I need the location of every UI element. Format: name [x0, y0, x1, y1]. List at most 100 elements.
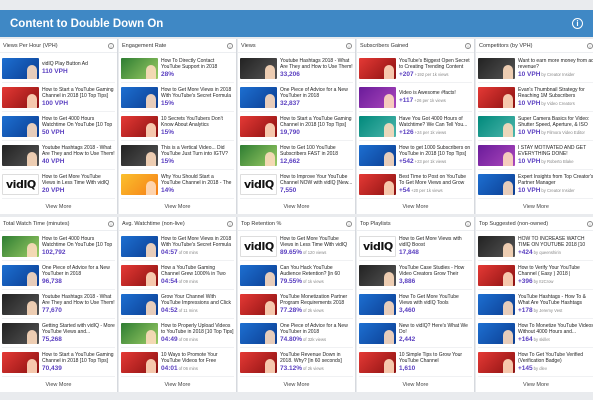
video-thumbnail[interactable]: vidIQ — [240, 235, 277, 257]
info-icon[interactable]: i — [108, 42, 114, 49]
video-title[interactable]: How to Properly Upload Videos to YouTube… — [161, 323, 234, 335]
video-title[interactable]: Evan's Thumbnail Strategy for Reaching 1… — [518, 87, 593, 99]
video-title[interactable]: Video is Awesome #facts! — [399, 90, 472, 96]
video-title[interactable]: I STAY MOTIVATED AND GET EVERYTHING DONE… — [518, 145, 593, 157]
video-row[interactable]: How to Get 4000 Hours Watchtime On YouTu… — [2, 232, 115, 261]
video-row[interactable]: Expert Insights from Top Creator's Partn… — [478, 170, 593, 199]
video-thumbnail[interactable] — [121, 264, 158, 286]
view-more-link[interactable]: View More — [0, 378, 117, 392]
video-thumbnail[interactable] — [121, 351, 158, 373]
video-thumbnail[interactable] — [478, 351, 515, 373]
video-title[interactable]: YouTube Hashtags - How To & What Are You… — [518, 294, 593, 306]
video-row[interactable]: How to Get 100 YouTube Subscribers FAST … — [240, 141, 353, 170]
video-title[interactable]: How to Get More Views with vidIQ Boost — [399, 236, 472, 248]
video-row[interactable]: How a YouTube Gaming Channel Grew 1000% … — [121, 261, 234, 290]
video-thumbnail[interactable] — [359, 115, 396, 137]
video-row[interactable]: HOW TO INCREASE WATCH TIME ON YOUTUBE 20… — [478, 232, 593, 261]
video-row[interactable]: One Piece of Advice for a New YouTuber i… — [240, 319, 353, 348]
video-row[interactable]: YouTube Case Studies - How Video Creator… — [359, 261, 472, 290]
video-title[interactable]: One Piece of Advice for a New YouTuber i… — [280, 87, 353, 99]
info-icon[interactable]: i — [465, 42, 471, 49]
video-thumbnail[interactable] — [121, 173, 158, 195]
video-row[interactable]: How to Get More Views in 2018 With YouTu… — [121, 232, 234, 261]
video-row[interactable]: How to Start a YouTube Gaming Channel in… — [2, 348, 115, 377]
video-title[interactable]: How to get 1000 Subscribers on YouTube i… — [399, 145, 472, 157]
video-title[interactable]: How to Get 4000 Hours Watchtime On YouTu… — [42, 236, 115, 248]
video-thumbnail[interactable] — [478, 293, 515, 315]
video-title[interactable]: Getting Started with vidIQ - More YouTub… — [42, 323, 115, 335]
video-row[interactable]: New to vidIQ? Here's What We Do! 2,442 — [359, 319, 472, 348]
video-title[interactable]: How To Monetize YouTube Videos Without 4… — [518, 323, 593, 335]
video-title[interactable]: How to Get More YouTube Views in Less Ti… — [280, 236, 353, 248]
video-row[interactable]: How to Get 4000 Hours Watchtime On YouTu… — [2, 112, 115, 141]
video-row[interactable]: Video is Awesome #facts! +117+26 per 1k v… — [359, 83, 472, 112]
video-title[interactable]: How To Directly Contact YouTube Support … — [161, 58, 234, 70]
view-more-link[interactable]: View More — [476, 200, 593, 214]
view-more-link[interactable]: View More — [357, 378, 474, 392]
video-title[interactable]: Youtube Hashtags 2018 - What Are They an… — [280, 58, 353, 70]
video-title[interactable]: Youtube Hashtags 2018 - What Are They an… — [42, 294, 115, 306]
video-title[interactable]: YouTube Case Studies - How Video Creator… — [399, 265, 472, 277]
video-title[interactable]: YouTube Revenue Down in 2018. Why? [in 6… — [280, 352, 353, 364]
video-thumbnail[interactable] — [2, 115, 39, 137]
video-thumbnail[interactable] — [240, 144, 277, 166]
video-thumbnail[interactable] — [2, 86, 39, 108]
video-thumbnail[interactable] — [359, 322, 396, 344]
info-icon[interactable]: i — [465, 220, 471, 227]
video-thumbnail[interactable] — [240, 86, 277, 108]
video-thumbnail[interactable] — [240, 57, 277, 79]
video-row[interactable]: How to get 1000 Subscribers on YouTube i… — [359, 141, 472, 170]
video-thumbnail[interactable] — [478, 115, 515, 137]
video-thumbnail[interactable] — [240, 351, 277, 373]
info-icon[interactable]: i — [227, 42, 233, 49]
video-thumbnail[interactable] — [478, 322, 515, 344]
video-title[interactable]: How To Get More YouTube Views with vidIQ… — [399, 294, 472, 306]
video-row[interactable]: How to Get More Views in 2018 With YouTu… — [121, 83, 234, 112]
view-more-link[interactable]: View More — [119, 200, 236, 214]
video-thumbnail[interactable] — [2, 322, 39, 344]
video-title[interactable]: How to Verify Your YouTube Channel ( Eas… — [518, 265, 593, 277]
video-thumbnail[interactable] — [478, 144, 515, 166]
video-title[interactable]: Expert Insights from Top Creator's Partn… — [518, 174, 593, 186]
video-thumbnail[interactable] — [121, 293, 158, 315]
video-row[interactable]: How To Get YouTube Verified (Verificatio… — [478, 348, 593, 377]
view-more-link[interactable]: View More — [238, 378, 355, 392]
video-thumbnail[interactable] — [359, 86, 396, 108]
video-thumbnail[interactable]: vidIQ — [359, 235, 396, 257]
info-icon[interactable]: i — [587, 42, 593, 49]
video-row[interactable]: How to Verify Your YouTube Channel ( Eas… — [478, 261, 593, 290]
video-thumbnail[interactable] — [121, 115, 158, 137]
video-thumbnail[interactable] — [478, 173, 515, 195]
video-thumbnail[interactable] — [359, 293, 396, 315]
view-more-link[interactable]: View More — [0, 200, 117, 214]
video-title[interactable]: How to Get 100 YouTube Subscribers FAST … — [280, 145, 353, 157]
view-more-link[interactable]: View More — [238, 200, 355, 214]
view-more-link[interactable]: View More — [357, 200, 474, 214]
video-row[interactable]: Youtube Hashtags 2018 - What Are They an… — [2, 290, 115, 319]
video-thumbnail[interactable] — [240, 264, 277, 286]
video-title[interactable]: How to Get More Views in 2018 With YouTu… — [161, 236, 234, 248]
video-row[interactable]: 10 Ways to Promote Your YouTube Videos f… — [121, 348, 234, 377]
info-icon[interactable]: i — [572, 18, 583, 29]
video-thumbnail[interactable] — [2, 57, 39, 79]
video-row[interactable]: How To Monetize YouTube Videos Without 4… — [478, 319, 593, 348]
video-row[interactable]: vidIQ How to Improve Your YouTube Channel… — [240, 170, 353, 199]
video-thumbnail[interactable] — [121, 86, 158, 108]
video-row[interactable]: vidIQ How to Get More YouTube Views in Le… — [240, 232, 353, 261]
video-thumbnail[interactable] — [2, 293, 39, 315]
video-title[interactable]: How to Get More Views in 2018 With YouTu… — [161, 87, 234, 99]
video-title[interactable]: How to Start a YouTube Gaming Channel in… — [280, 116, 353, 128]
video-thumbnail[interactable] — [121, 144, 158, 166]
video-title[interactable]: Best Time to Post on YouTube To Get More… — [399, 174, 472, 186]
video-thumbnail[interactable] — [240, 322, 277, 344]
video-title[interactable]: Youtube Hashtags 2018 - What Are They an… — [42, 145, 115, 157]
video-title[interactable]: Have You Got 4000 Hours of Watchtime? We… — [399, 116, 472, 128]
video-title[interactable]: This is a Vertical Video... Did YouTube … — [161, 145, 234, 157]
video-row[interactable]: YouTube's Biggest Open Secret to Creatin… — [359, 54, 472, 83]
video-row[interactable]: Can You Hack YouTube Audience Retention?… — [240, 261, 353, 290]
video-title[interactable]: 10 Simple Tips to Grow Your YouTube Chan… — [399, 352, 472, 364]
video-title[interactable]: Grow Your Channel With YouTube Impressio… — [161, 294, 234, 306]
video-title[interactable]: How to Start a YouTube Gaming Channel in… — [42, 352, 115, 364]
video-thumbnail[interactable] — [121, 322, 158, 344]
video-title[interactable]: How To Get YouTube Verified (Verificatio… — [518, 352, 593, 364]
